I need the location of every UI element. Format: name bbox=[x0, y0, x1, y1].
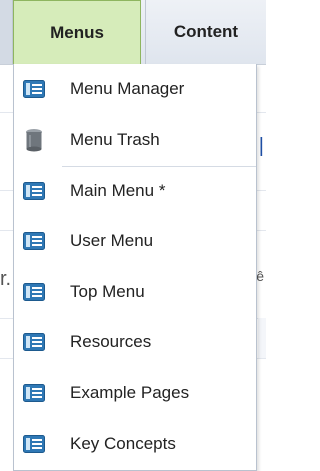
tab-content[interactable]: Content bbox=[145, 0, 266, 64]
menu-item-label: Resources bbox=[70, 332, 152, 351]
menu-item-label: Top Menu bbox=[70, 282, 145, 301]
menu-icon bbox=[14, 182, 54, 200]
background-panel bbox=[258, 318, 266, 358]
tab-content-label: Content bbox=[173, 22, 239, 41]
tab-menus[interactable]: Menus bbox=[13, 0, 141, 64]
menu-item-user-menu[interactable]: User Menu bbox=[14, 217, 256, 265]
menu-item-main-menu[interactable]: Main Menu * bbox=[14, 167, 256, 215]
menu-icon bbox=[14, 80, 54, 98]
menu-icon bbox=[14, 435, 54, 453]
menu-item-label: Example Pages bbox=[70, 383, 190, 402]
menubar-left-edge bbox=[0, 0, 13, 64]
menu-item-menu-trash[interactable]: Menu Trash bbox=[14, 116, 256, 164]
menu-item-key-concepts[interactable]: Key Concepts bbox=[14, 420, 256, 468]
menu-item-label: Menu Manager bbox=[70, 79, 185, 98]
menu-icon bbox=[14, 232, 54, 250]
menu-item-example-pages[interactable]: Example Pages bbox=[14, 369, 256, 417]
menu-item-label: Key Concepts bbox=[70, 434, 176, 453]
menu-item-top-menu[interactable]: Top Menu bbox=[14, 268, 256, 316]
menu-icon bbox=[14, 333, 54, 351]
menu-icon bbox=[14, 283, 54, 301]
background-text-fragment: r. bbox=[0, 268, 12, 290]
background-text-fragment: ê bbox=[256, 268, 264, 284]
menu-icon bbox=[14, 384, 54, 402]
menu-item-menu-manager[interactable]: Menu Manager bbox=[14, 65, 256, 113]
tab-menus-label: Menus bbox=[50, 22, 104, 42]
menu-item-resources[interactable]: Resources bbox=[14, 318, 256, 366]
background-link-fragment: | bbox=[258, 135, 264, 157]
menu-item-label: Menu Trash bbox=[70, 130, 160, 149]
menus-dropdown: Menu Manager Menu Trash Main Menu * User… bbox=[13, 64, 257, 471]
top-menubar: Menus Content bbox=[0, 0, 266, 65]
menu-item-label: User Menu bbox=[70, 231, 154, 250]
menu-item-label: Main Menu * bbox=[70, 181, 166, 200]
trash-can-icon bbox=[14, 128, 54, 152]
